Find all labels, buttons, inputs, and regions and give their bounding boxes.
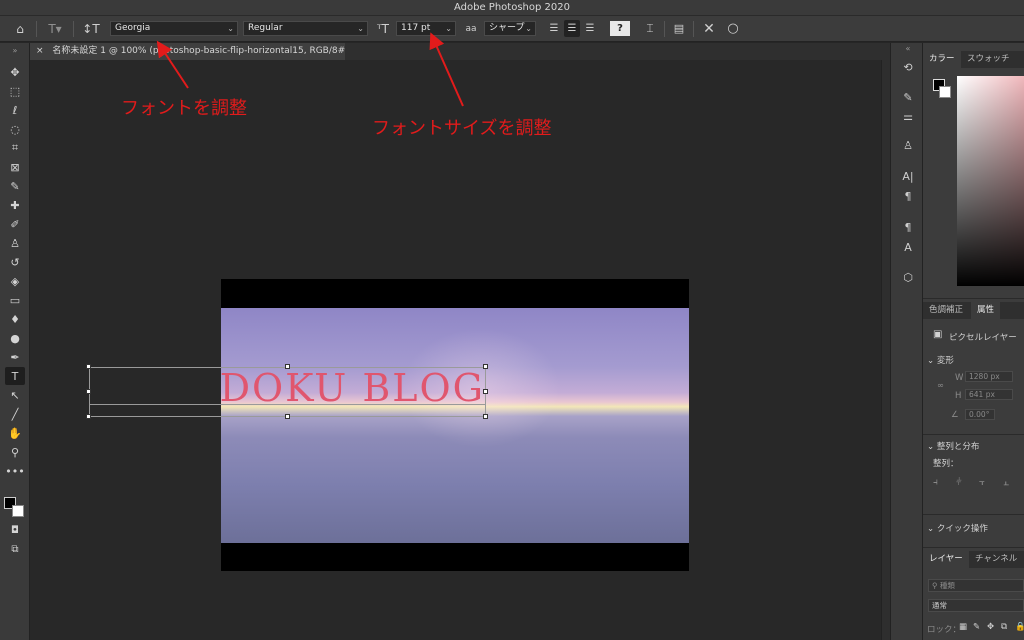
layers-panel-tabs: レイヤー チャンネル — [923, 551, 1024, 568]
divider — [923, 514, 1024, 515]
pixel-layer-icon: ▣ — [933, 329, 943, 340]
width-label: W — [955, 373, 964, 383]
tab-channels[interactable]: チャンネル — [969, 551, 1023, 568]
align-right-edges-icon[interactable]: ⫟ — [979, 477, 985, 488]
layer-type-label: ピクセルレイヤー — [949, 333, 1017, 343]
paragraph-panel-icon[interactable]: ¶ — [899, 188, 917, 204]
quick-actions-label: クイック操作 — [936, 524, 988, 534]
transform-section-header[interactable]: ⌄ 変形 — [927, 354, 954, 366]
align-horizontal-centers-icon[interactable]: ⫩ — [956, 477, 962, 488]
align-left-edges-icon[interactable]: ⫞ — [933, 477, 938, 488]
history-panel-icon[interactable]: ⟲ — [899, 59, 917, 75]
transform-header-label: 変形 — [936, 356, 954, 366]
blend-mode-select[interactable]: 通常 — [928, 599, 1024, 612]
collapse-icon[interactable]: « — [899, 43, 917, 53]
layer-filter-value: 種類 — [939, 581, 955, 590]
annotation-font: フォントを調整 — [121, 98, 247, 119]
divider — [923, 547, 1024, 548]
height-input[interactable]: 641 px — [965, 389, 1013, 400]
annotation-font-size: フォントサイズを調整 — [372, 118, 552, 139]
clone-source-icon[interactable]: ♙ — [899, 137, 917, 153]
arrow-to-font-size — [429, 32, 464, 107]
tab-properties[interactable]: 属性 — [971, 302, 1001, 319]
brush-presets-icon[interactable]: ⚌ — [899, 108, 917, 124]
height-label: H — [955, 391, 962, 401]
lock-artboard-icon[interactable]: ⧉ — [1001, 622, 1007, 632]
arrow-to-font-family — [156, 40, 189, 89]
tab-swatches[interactable]: スウォッチ — [961, 51, 1016, 68]
angle-input[interactable]: 0.00° — [965, 409, 995, 420]
link-icon[interactable]: ∞ — [937, 381, 944, 391]
brush-settings-icon[interactable]: ✎ — [899, 89, 917, 105]
3d-panel-icon[interactable]: ⬡ — [899, 269, 917, 285]
character-panel-icon[interactable]: A| — [899, 168, 917, 184]
color-panel-tabs: カラー スウォッチ — [923, 51, 1024, 68]
align-section-header[interactable]: ⌄ 整列と分布 — [927, 440, 979, 452]
background-color-swatch[interactable] — [939, 86, 951, 98]
lock-all-icon[interactable]: 🔒 — [1015, 622, 1024, 632]
divider — [923, 434, 1024, 435]
paragraph-styles-icon[interactable]: ¶ — [899, 219, 917, 235]
align-sub-label: 整列： — [933, 459, 959, 469]
quick-actions-header[interactable]: ⌄ クイック操作 — [927, 522, 988, 534]
tab-color[interactable]: カラー — [923, 51, 961, 68]
color-picker-field[interactable] — [957, 76, 1024, 286]
align-top-edges-icon[interactable]: ⫠ — [1003, 477, 1009, 488]
blend-mode-value: 通常 — [932, 601, 947, 610]
properties-panel-tabs: 色調補正 属性 — [923, 302, 1024, 319]
align-header-label: 整列と分布 — [936, 442, 980, 452]
angle-icon: ∠ — [951, 410, 959, 420]
tab-adjustments[interactable]: 色調補正 — [923, 302, 969, 319]
lock-label: ロック： — [927, 625, 962, 635]
panel-icon-strip: « ⟲ ✎ ⚌ ♙ A| ¶ ¶ A ⬡ — [890, 43, 923, 640]
lock-pixels-icon[interactable]: ✎ — [973, 622, 980, 632]
tab-layers[interactable]: レイヤー — [923, 551, 969, 568]
layer-filter-select[interactable]: ⚲ 種類 — [928, 579, 1024, 592]
width-input[interactable]: 1280 px — [965, 371, 1013, 382]
character-styles-icon[interactable]: A — [899, 239, 917, 255]
divider — [923, 298, 1024, 299]
lock-position-icon[interactable]: ✥ — [987, 622, 994, 632]
lock-transparency-icon[interactable]: ▦ — [959, 622, 967, 632]
